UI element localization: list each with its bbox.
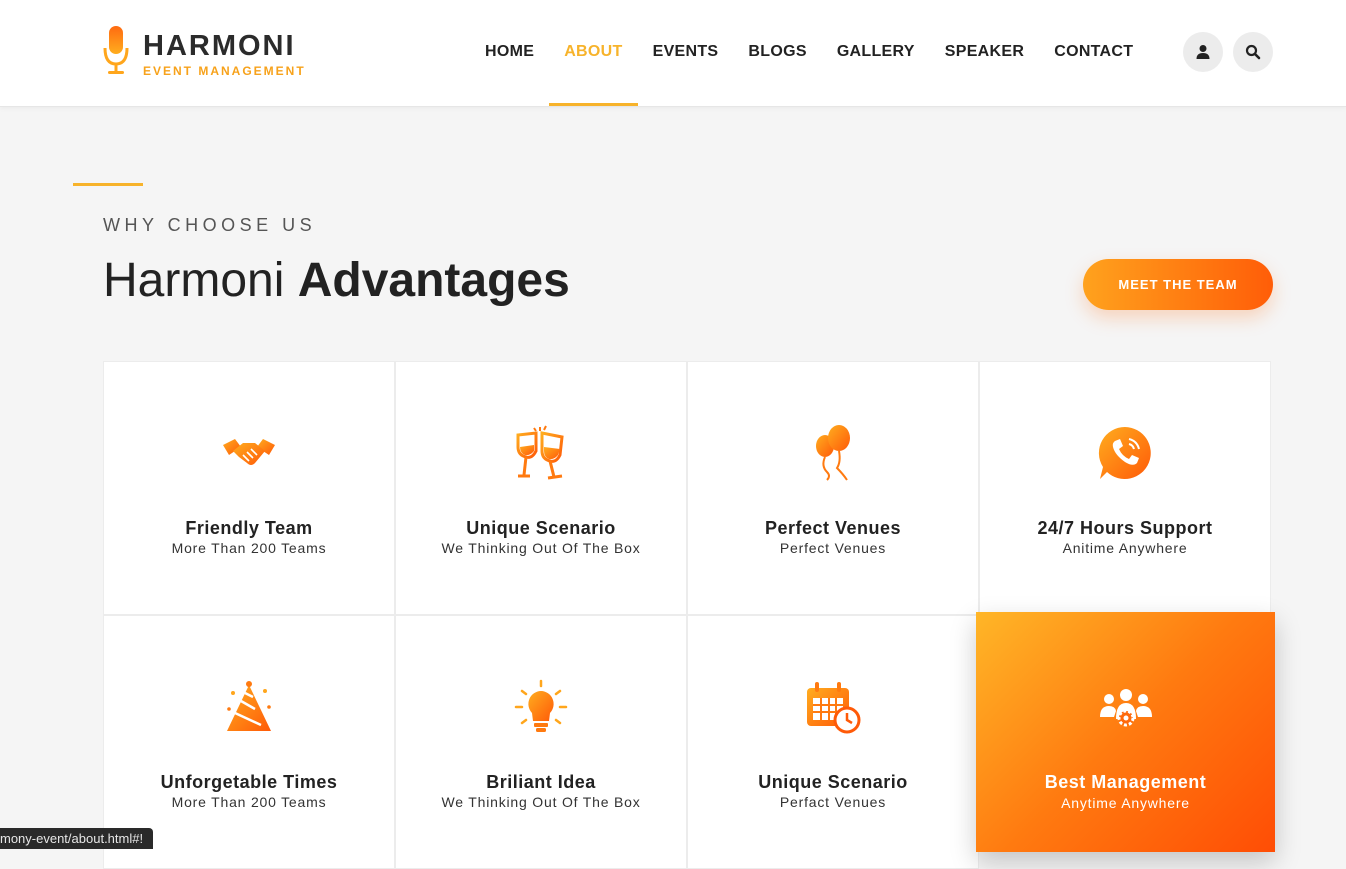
light-bulb-icon xyxy=(514,679,568,732)
team-gear-icon xyxy=(1099,689,1152,727)
feature-subtitle: We Thinking Out Of The Box xyxy=(441,794,641,810)
site-header: HARMONI EVENT MANAGEMENT HOME ABOUT EVEN… xyxy=(0,0,1346,107)
handshake-icon xyxy=(223,439,275,465)
calendar-clock-icon xyxy=(807,682,861,734)
user-button[interactable] xyxy=(1183,32,1223,72)
feature-title: Briliant Idea xyxy=(486,772,596,792)
nav-home[interactable]: HOME xyxy=(470,0,549,106)
feature-card[interactable]: Perfect Venues Perfect Venues xyxy=(687,361,979,615)
nav-about[interactable]: ABOUT xyxy=(549,0,638,106)
feature-title: Unforgetable Times xyxy=(160,772,338,792)
section-title-bold: Advantages xyxy=(297,254,570,307)
nav-blogs[interactable]: BLOGS xyxy=(733,0,821,106)
feature-title: Friendly Team xyxy=(185,518,313,538)
section-title-light: Harmoni xyxy=(103,254,285,307)
main-nav: HOME ABOUT EVENTS BLOGS GALLERY SPEAKER … xyxy=(470,0,1148,106)
nav-gallery[interactable]: GALLERY xyxy=(822,0,930,106)
feature-card[interactable]: Unique Scenario Perfact Venues xyxy=(687,615,979,869)
section-eyebrow: WHY CHOOSE US xyxy=(103,215,317,235)
feature-subtitle: Anytime Anywhere xyxy=(1061,795,1190,811)
feature-title: 24/7 Hours Support xyxy=(1037,518,1213,538)
feature-card[interactable]: Friendly Team More Than 200 Teams xyxy=(103,361,395,615)
feature-card[interactable]: Unique Scenario We Thinking Out Of The B… xyxy=(395,361,687,615)
section-accent-line xyxy=(73,183,143,186)
nav-speaker[interactable]: SPEAKER xyxy=(930,0,1039,106)
phone-support-icon xyxy=(1098,426,1151,479)
feature-subtitle: More Than 200 Teams xyxy=(171,794,327,810)
feature-card[interactable]: 24/7 Hours Support Anitime Anywhere xyxy=(979,361,1271,615)
feature-title: Unique Scenario xyxy=(758,772,908,792)
feature-title: Unique Scenario xyxy=(466,518,616,538)
feature-card-highlighted[interactable]: Best Management Anytime Anywhere xyxy=(976,612,1275,852)
feature-title: Best Management xyxy=(1044,772,1207,792)
wine-glasses-icon xyxy=(516,425,564,480)
feature-subtitle: Anitime Anywhere xyxy=(1062,540,1188,556)
feature-subtitle: Perfact Venues xyxy=(779,794,887,810)
nav-contact[interactable]: CONTACT xyxy=(1039,0,1148,106)
browser-status-bar: mony-event/about.html#! xyxy=(0,828,154,849)
microphone-icon xyxy=(103,26,129,74)
user-icon xyxy=(1196,45,1210,59)
feature-subtitle: Perfect Venues xyxy=(779,540,887,556)
search-icon xyxy=(1245,44,1261,60)
feature-card[interactable]: Briliant Idea We Thinking Out Of The Box xyxy=(395,615,687,869)
feature-subtitle: More Than 200 Teams xyxy=(171,540,327,556)
party-hat-icon xyxy=(227,681,271,731)
feature-subtitle: We Thinking Out Of The Box xyxy=(441,540,641,556)
brand-name: HARMONI xyxy=(143,30,296,62)
balloons-icon xyxy=(816,425,850,481)
section-title: Harmoni Advantages xyxy=(103,253,570,308)
feature-title: Perfect Venues xyxy=(764,518,902,538)
nav-events[interactable]: EVENTS xyxy=(638,0,734,106)
meet-the-team-button[interactable]: MEET THE TEAM xyxy=(1083,259,1273,310)
brand-tagline: EVENT MANAGEMENT xyxy=(143,64,306,78)
search-button[interactable] xyxy=(1233,32,1273,72)
